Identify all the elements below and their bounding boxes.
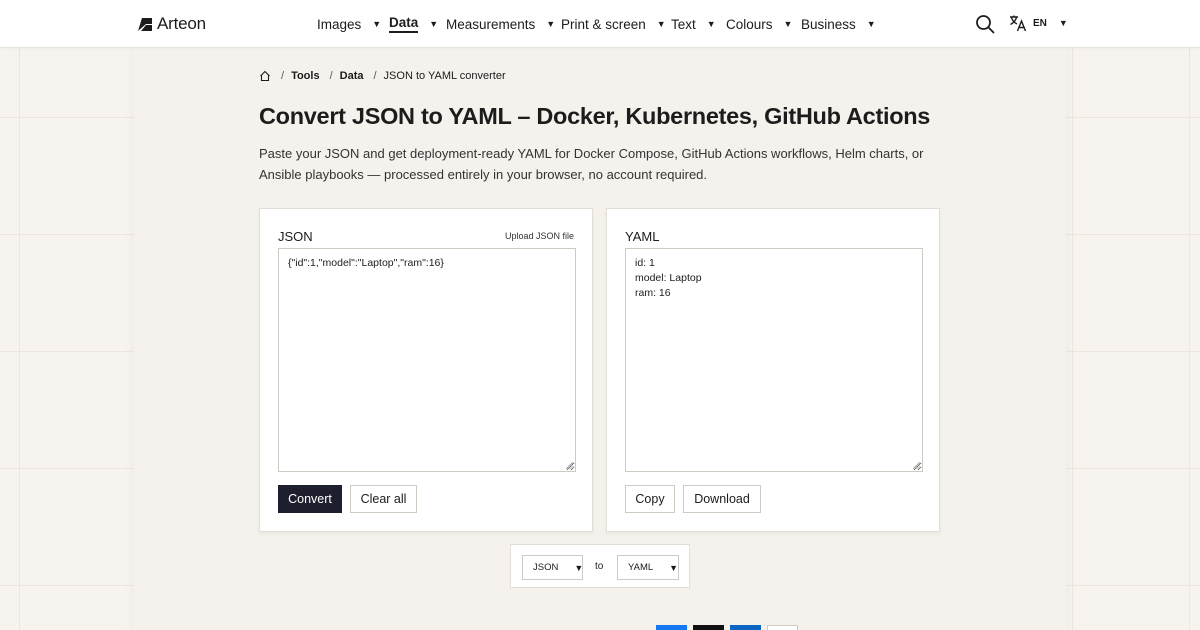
breadcrumb: / Tools / Data / JSON to YAML converter	[259, 70, 506, 82]
chevron-down-icon: ▼	[372, 19, 382, 29]
arteon-logo-icon	[138, 18, 152, 31]
linkedin-share-icon[interactable]	[730, 625, 761, 630]
breadcrumb-current: JSON to YAML converter	[383, 70, 506, 82]
code-line: id: 1	[635, 257, 655, 269]
nav-item-text[interactable]: Text ▼	[671, 0, 726, 48]
nav-item-business[interactable]: Business ▼	[801, 0, 881, 48]
page-description: Paste your JSON and get deployment-ready…	[259, 146, 924, 182]
breadcrumb-data[interactable]: Data	[340, 70, 364, 82]
to-label: to	[595, 561, 604, 572]
nav-item-images[interactable]: Images ▼	[317, 0, 389, 48]
breadcrumb-separator: /	[281, 70, 285, 82]
yaml-output-field[interactable]: id: 1 model: Laptop ram: 16	[625, 248, 923, 472]
nav-label: Data	[389, 15, 419, 33]
main-content: / Tools / Data / JSON to YAML converter …	[134, 48, 1066, 630]
breadcrumb-tools[interactable]: Tools	[291, 70, 320, 82]
nav-item-data[interactable]: Data ▼	[389, 0, 446, 48]
yaml-output-panel: YAML id: 1 model: Laptop ram: 16 Copy Do…	[606, 208, 940, 532]
nav-item-measurements[interactable]: Measurements ▼	[446, 0, 561, 48]
chevron-down-icon: ▼	[783, 19, 793, 29]
chevron-down-icon: ▼	[1058, 18, 1068, 28]
resize-handle-icon[interactable]	[913, 462, 920, 469]
home-icon[interactable]	[259, 70, 271, 82]
translate-icon	[1010, 15, 1027, 32]
logo-text: Arteon	[157, 14, 206, 33]
search-icon[interactable]	[975, 14, 995, 34]
main-nav: Images ▼ Data ▼ Measurements ▼ Print & s…	[317, 0, 881, 48]
copy-button[interactable]: Copy	[625, 485, 675, 513]
share-buttons	[656, 625, 798, 630]
chevron-down-icon: ▼	[656, 19, 666, 29]
convert-button[interactable]: Convert	[278, 485, 342, 513]
target-format-select[interactable]: YAML ▼	[617, 555, 679, 580]
download-button[interactable]: Download	[683, 485, 761, 513]
clear-all-button[interactable]: Clear all	[350, 485, 417, 513]
breadcrumb-separator: /	[373, 70, 377, 82]
nav-label: Business	[801, 16, 856, 32]
chevron-down-icon: ▼	[669, 562, 679, 573]
chevron-down-icon: ▼	[546, 19, 556, 29]
format-selector: JSON ▼ to YAML ▼	[510, 544, 690, 588]
logo[interactable]: Arteon	[137, 13, 206, 35]
top-navigation-bar: Arteon Images ▼ Data ▼ Measurements ▼ Pr…	[0, 0, 1200, 48]
panel-title: YAML	[625, 229, 660, 244]
code-line: model: Laptop	[635, 272, 702, 284]
chevron-down-icon: ▼	[706, 19, 716, 29]
chevron-down-icon: ▼	[574, 562, 584, 573]
page-title: Convert JSON to YAML – Docker, Kubernete…	[259, 103, 931, 129]
code-line: {"id":1,"model":"Laptop","ram":16}	[288, 257, 444, 269]
breadcrumb-separator: /	[329, 70, 333, 82]
chevron-down-icon: ▼	[866, 19, 876, 29]
nav-label: Colours	[726, 16, 773, 32]
select-value: YAML	[628, 562, 654, 573]
resize-handle-icon[interactable]	[566, 462, 573, 469]
source-format-select[interactable]: JSON ▼	[522, 555, 583, 580]
select-value: JSON	[533, 562, 559, 573]
nav-item-colours[interactable]: Colours ▼	[726, 0, 801, 48]
code-line: ram: 16	[635, 287, 671, 299]
upload-json-link[interactable]: Upload JSON file	[505, 231, 574, 241]
json-input-field[interactable]: {"id":1,"model":"Laptop","ram":16}	[278, 248, 576, 472]
copy-link-share-icon[interactable]	[767, 625, 798, 630]
nav-label: Text	[671, 16, 696, 32]
language-code: EN	[1033, 17, 1047, 29]
chevron-down-icon: ▼	[429, 19, 439, 29]
panel-title: JSON	[278, 229, 313, 244]
x-share-icon[interactable]	[693, 625, 724, 630]
json-input-panel: JSON Upload JSON file {"id":1,"model":"L…	[259, 208, 593, 532]
language-selector[interactable]: EN ▼	[1009, 14, 1068, 32]
nav-label: Print & screen	[561, 16, 646, 32]
nav-label: Measurements	[446, 16, 536, 32]
nav-item-print-screen[interactable]: Print & screen ▼	[561, 0, 671, 48]
facebook-share-icon[interactable]	[656, 625, 687, 630]
nav-label: Images	[317, 16, 362, 32]
